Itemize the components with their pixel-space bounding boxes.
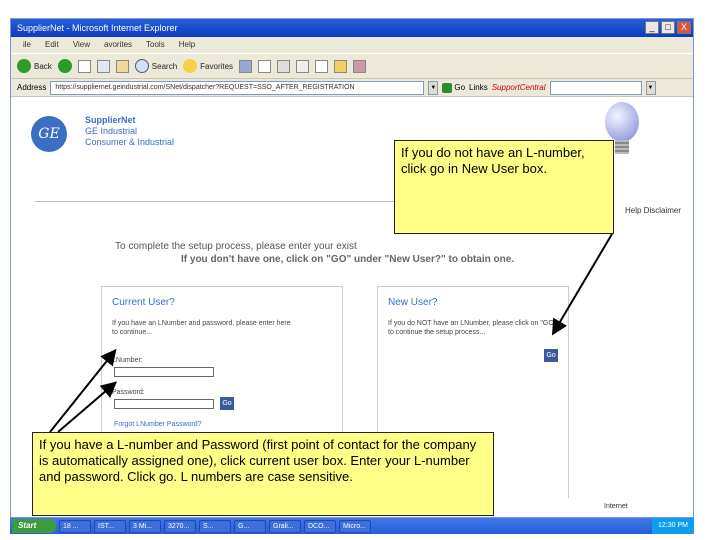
back-arrow-icon [17, 59, 31, 73]
start-button[interactable]: Start [12, 519, 56, 533]
minimize-button[interactable]: _ [645, 21, 659, 34]
taskbar-item-2[interactable]: IST... [94, 519, 126, 533]
current-user-title: Current User? [112, 297, 175, 308]
mail-icon[interactable] [258, 59, 272, 73]
search-label: Search [151, 61, 178, 71]
taskbar-item-8[interactable]: DCO... [304, 519, 336, 533]
current-user-callout: If you have a L-number and Password (fir… [32, 432, 494, 516]
address-label: Address [17, 83, 47, 92]
lnumber-input[interactable] [114, 367, 214, 377]
system-tray-clock: 12:30 PM [652, 518, 694, 534]
menu-edit[interactable]: Edit [45, 37, 59, 53]
star-icon [183, 59, 198, 73]
taskbar-item-1[interactable]: 18 ... [59, 519, 91, 533]
menu-bar: ile Edit View avorites Tools Help [11, 37, 693, 53]
taskbar-item-4[interactable]: 3270... [164, 519, 196, 533]
refresh-icon[interactable] [96, 59, 110, 73]
current-user-text: If you have an LNumber and password, ple… [112, 320, 291, 336]
menu-file[interactable]: ile [23, 37, 31, 53]
window-title: SupplierNet - Microsoft Internet Explore… [17, 23, 178, 33]
back-label: Back [34, 61, 52, 71]
brand-block: SupplierNet GE Industrial Consumer & Ind… [85, 115, 174, 148]
maximize-button[interactable]: □ [661, 21, 675, 34]
search-icon [134, 59, 149, 73]
internet-zone-label: Internet [604, 503, 628, 510]
brand-title: SupplierNet [85, 115, 136, 125]
support-central-link[interactable]: SupportCentral [492, 83, 546, 92]
print-icon[interactable] [277, 59, 291, 73]
password-input[interactable] [114, 399, 214, 409]
help-links[interactable]: Help Disclaimer [625, 206, 681, 215]
search-dropdown-icon[interactable]: ▼ [645, 80, 656, 95]
close-button[interactable]: X [677, 21, 691, 34]
taskbar-item-9[interactable]: Micro... [339, 519, 371, 533]
instruction-line-2: If you don't have one, click on "GO" und… [181, 254, 515, 265]
home-icon[interactable] [115, 59, 129, 73]
menu-help[interactable]: Help [179, 37, 195, 53]
forgot-password-link[interactable]: Forgot LNumber Password? [114, 421, 202, 428]
window-titlebar[interactable]: SupplierNet - Microsoft Internet Explore… [11, 19, 693, 37]
messenger-icon[interactable] [353, 59, 367, 73]
browser-toolbar: Back Search Favorites [11, 53, 693, 79]
stop-icon[interactable] [77, 59, 91, 73]
lnumber-label: LNumber: [112, 357, 143, 364]
window-controls: _ □ X [645, 21, 691, 34]
taskbar-item-3[interactable]: 3 Mi... [129, 519, 161, 533]
ge-logo: GE [31, 116, 67, 152]
address-go-button[interactable]: Go [442, 82, 466, 93]
windows-taskbar: Start 18 ... IST... 3 Mi... 3270... S...… [10, 518, 694, 534]
menu-tools[interactable]: Tools [146, 37, 165, 53]
forward-arrow-icon[interactable] [57, 59, 72, 73]
password-label: Password: [112, 389, 145, 396]
back-button[interactable]: Back [17, 59, 52, 73]
instruction-line-1: To complete the setup process, please en… [115, 241, 357, 252]
address-bar: Address https://suppliernet.geindustrial… [11, 79, 693, 97]
taskbar-item-7[interactable]: Grali... [269, 519, 301, 533]
address-input[interactable]: https://suppliernet.geindustrial.com/SNe… [50, 80, 425, 95]
toolbar-search-input[interactable] [549, 80, 642, 95]
new-user-title: New User? [388, 297, 438, 308]
menu-view[interactable]: View [73, 37, 90, 53]
current-user-go-button[interactable]: Go [220, 397, 234, 410]
folder-icon[interactable] [334, 59, 348, 73]
new-user-callout: If you do not have an L-number, click go… [394, 140, 614, 234]
favorites-label: Favorites [200, 61, 234, 71]
menu-favorites[interactable]: avorites [104, 37, 132, 53]
brand-subtitle: GE Industrial [85, 126, 138, 136]
favorites-button[interactable]: Favorites [183, 59, 233, 73]
address-go-label: Go [454, 83, 466, 92]
chevron-down-icon[interactable]: ▼ [428, 80, 439, 95]
taskbar-item-5[interactable]: S... [199, 519, 231, 533]
new-user-text: If you do NOT have an LNumber, please cl… [388, 320, 557, 336]
search-button[interactable]: Search [134, 59, 178, 73]
go-arrow-icon [442, 82, 453, 93]
taskbar-item-6[interactable]: G... [234, 519, 266, 533]
history-icon[interactable] [239, 59, 253, 73]
discuss-icon[interactable] [315, 59, 329, 73]
edit-icon[interactable] [296, 59, 310, 73]
new-user-go-button[interactable]: Go [544, 349, 558, 362]
brand-division: Consumer & Industrial [85, 137, 175, 147]
links-label[interactable]: Links [469, 83, 488, 92]
